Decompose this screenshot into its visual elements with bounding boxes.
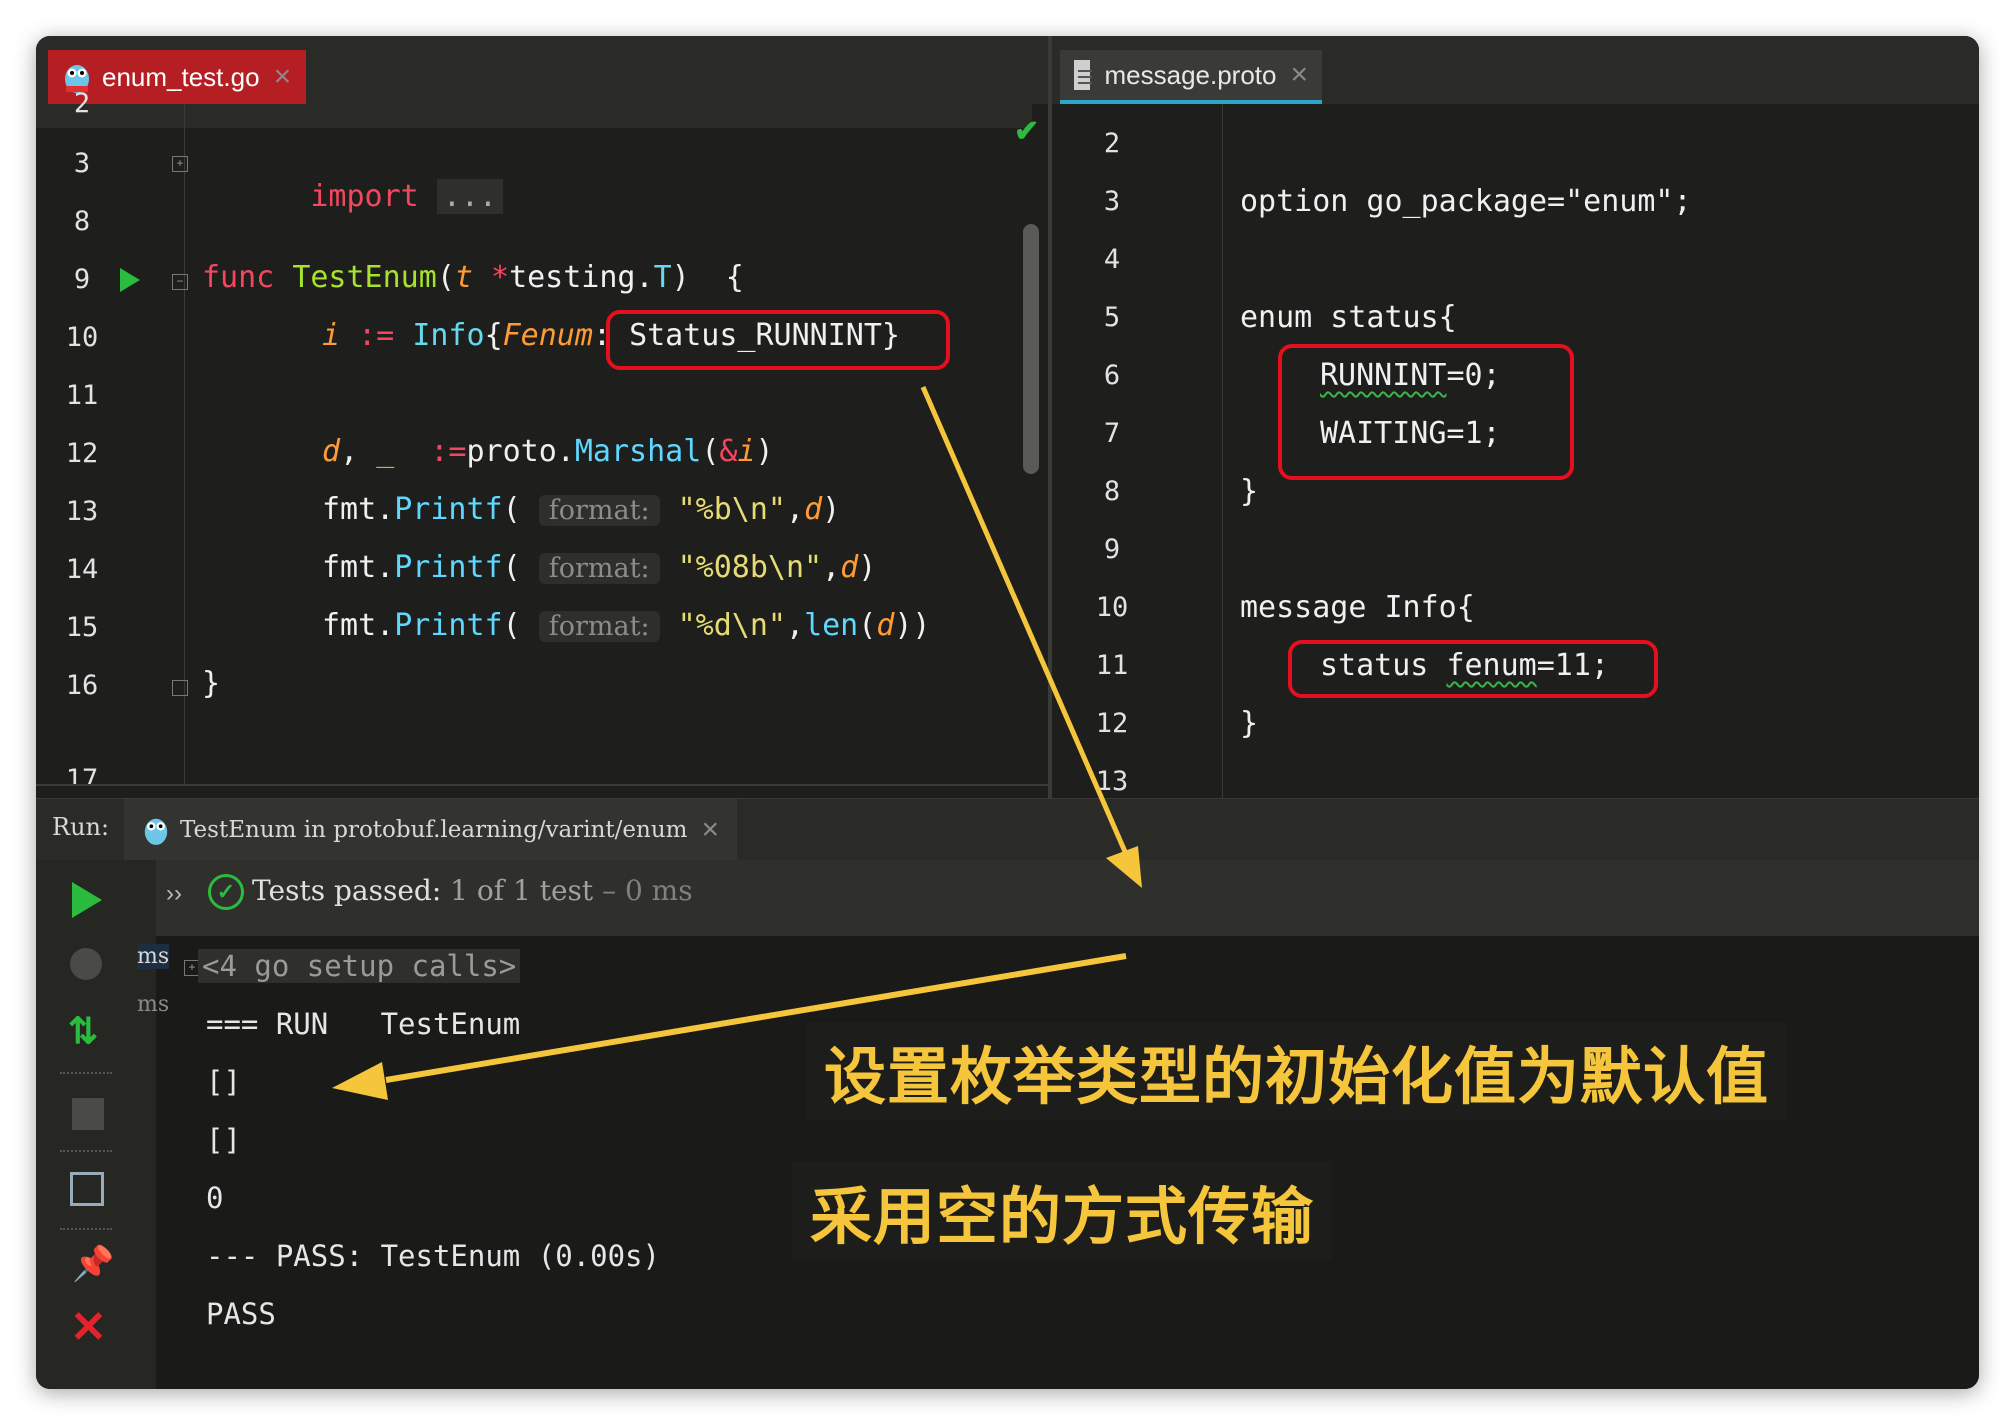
annotation-caption: 采用空的方式传输 (792, 1162, 1333, 1260)
annotation-caption: 设置枚举类型的初始化值为默认值 (806, 1022, 1788, 1120)
ide-window: enum_test.go × ✔ 2 3 8 9 10 11 12 13 14 … (36, 36, 1979, 1389)
arrow-down (920, 386, 1142, 888)
